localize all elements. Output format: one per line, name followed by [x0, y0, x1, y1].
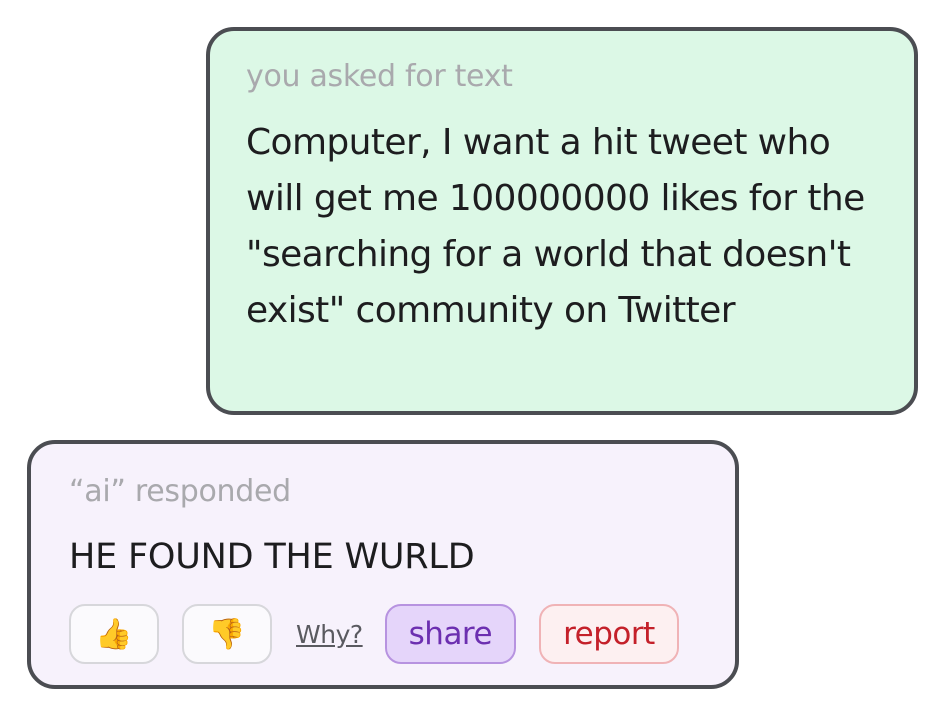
thumbs-down-button[interactable]: 👎 — [182, 604, 272, 664]
share-button[interactable]: share — [384, 604, 517, 664]
ai-response-text: HE FOUND THE WURLD — [69, 537, 475, 577]
user-message-text: Computer, I want a hit tweet who will ge… — [246, 122, 865, 331]
user-message-caption: you asked for text — [246, 59, 513, 94]
why-link[interactable]: Why? — [296, 620, 363, 649]
thumbs-up-button[interactable]: 👍 — [69, 604, 159, 664]
report-button[interactable]: report — [539, 604, 679, 664]
thumbs-up-icon: 👍 — [95, 616, 133, 652]
ai-response-bubble: “ai” responded HE FOUND THE WURLD 👍 👎 Wh… — [27, 440, 739, 689]
thumbs-down-icon: 👎 — [208, 616, 246, 652]
ai-response-caption: “ai” responded — [69, 474, 291, 509]
user-message-bubble: you asked for text Computer, I want a hi… — [206, 27, 918, 415]
feedback-actions: 👍 👎 Why? share report — [69, 604, 679, 664]
